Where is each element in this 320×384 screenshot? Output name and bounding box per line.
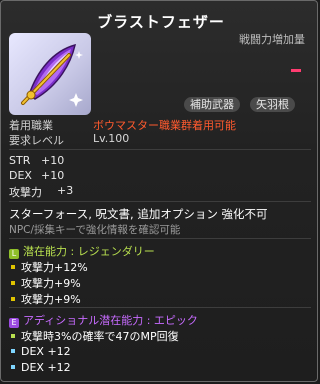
job-value: ボウマスター職業群着用可能: [93, 119, 236, 132]
potential-line: 攻撃力+9%: [9, 275, 81, 291]
job-label: 着用職業: [9, 119, 53, 132]
divider: [9, 149, 311, 150]
additional-line: DEX +12: [9, 345, 71, 358]
upgrade-info-note: NPC/採集キーで強化情報を確認可能: [9, 224, 181, 236]
additional-potential-header: E アディショナル潜在能力 : エピック: [9, 312, 198, 328]
stat-value: +10: [41, 169, 65, 182]
additional-line: DEX +12: [9, 361, 71, 374]
potential-line: 攻撃力+9%: [9, 291, 81, 307]
additional-line-text: DEX +12: [21, 361, 71, 374]
level-row: 要求レベル Lv.100: [9, 132, 129, 148]
potential-line-text: 攻撃力+9%: [21, 293, 81, 306]
stat-row: 攻撃力 +3: [9, 184, 73, 200]
level-label: 要求レベル: [9, 134, 64, 147]
additional-potential-title: アディショナル潜在能力 : エピック: [23, 314, 198, 327]
upgrade-note: スターフォース, 呪文書, 追加オプション 強化不可: [9, 207, 268, 221]
potential-line: 攻撃力+12%: [9, 259, 88, 275]
potential-line-text: 攻撃力+12%: [21, 261, 88, 274]
potential-title: 潜在能力 : レジェンダリー: [23, 245, 155, 258]
level-value: Lv.100: [93, 132, 130, 145]
additional-line-text: 攻撃時3%の確率で47のMP回復: [21, 330, 179, 343]
legendary-tag-icon: L: [9, 249, 19, 259]
potential-header: L 潜在能力 : レジェンダリー: [9, 243, 155, 259]
bullet-icon: [11, 265, 15, 269]
combat-power-label: 戦闘力増加量: [239, 33, 305, 46]
bullet-icon: [11, 334, 15, 338]
item-title: ブラストフェザー: [97, 13, 225, 31]
stat-row: STR +10: [9, 154, 64, 167]
additional-line-text: DEX +12: [21, 345, 71, 358]
stat-name: DEX: [9, 169, 32, 182]
bullet-icon: [11, 297, 15, 301]
additional-line: 攻撃時3%の確率で47のMP回復: [9, 328, 179, 344]
stat-name: 攻撃力: [9, 186, 42, 199]
item-tooltip-window: ブラストフェザー 戦闘力増加量 補助武器 矢羽根 着用職業 ボウマスター職業群着…: [0, 0, 318, 382]
stat-name: STR: [9, 154, 31, 167]
divider: [9, 201, 311, 202]
bullet-icon: [11, 349, 15, 353]
epic-tag-icon: E: [9, 318, 19, 328]
badge-arrow-fletching: 矢羽根: [250, 97, 295, 112]
badge-sub-weapon: 補助武器: [184, 97, 240, 112]
red-dash-icon: [291, 69, 301, 72]
divider: [9, 238, 311, 239]
stat-row: DEX +10: [9, 169, 64, 182]
potential-line-text: 攻撃力+9%: [21, 277, 81, 290]
bullet-icon: [11, 365, 15, 369]
bullet-icon: [11, 281, 15, 285]
divider: [9, 307, 311, 308]
job-row: 着用職業 ボウマスター職業群着用可能: [9, 117, 236, 133]
stat-value: +3: [57, 184, 74, 197]
item-icon-frame: [9, 33, 91, 115]
feather-icon: [21, 43, 83, 107]
stat-value: +10: [41, 154, 65, 167]
